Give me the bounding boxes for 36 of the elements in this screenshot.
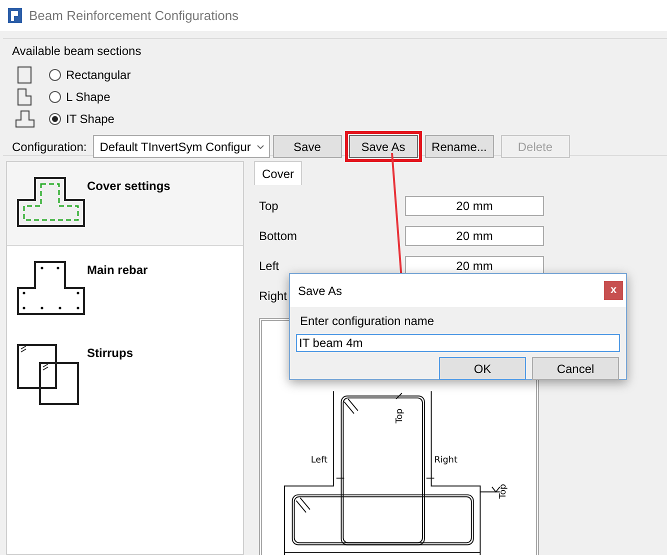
category-item[interactable]: Main rebar xyxy=(7,246,243,329)
prompt-label: Enter configuration name xyxy=(300,313,436,330)
dimension-label: Left xyxy=(310,456,328,466)
dialog-button[interactable]: Cancel xyxy=(532,357,619,380)
option-label: L Shape xyxy=(66,89,110,106)
radio-button[interactable] xyxy=(49,69,61,81)
group-label: Available beam sections xyxy=(12,43,142,60)
config-button[interactable]: Save As xyxy=(348,135,418,158)
configuration-label: Configuration: xyxy=(12,138,87,156)
dialog-title: Save As xyxy=(298,282,342,300)
field-label: Left xyxy=(259,259,280,273)
radio-button[interactable] xyxy=(49,113,61,125)
tab[interactable]: Cover xyxy=(254,161,302,185)
dimension-label: Top xyxy=(498,484,509,499)
cover-input[interactable]: 20 mm xyxy=(405,226,544,246)
config-button[interactable]: Rename... xyxy=(424,135,494,158)
dimension-label: Top xyxy=(394,408,405,424)
configuration-dropdown[interactable]: Default TInvertSym Configur xyxy=(92,135,270,158)
category-item[interactable]: Cover settings xyxy=(7,162,243,246)
name-input[interactable]: IT beam 4m xyxy=(296,334,620,352)
t-shape-icon xyxy=(15,110,35,128)
dimension-label: Right xyxy=(434,456,458,466)
option-label: IT Shape xyxy=(66,111,114,128)
config-button[interactable]: Save xyxy=(272,135,342,158)
field-label: Right xyxy=(259,289,288,303)
app-icon xyxy=(8,8,22,23)
field-label: Top xyxy=(259,199,278,213)
cover-input[interactable]: 20 mm xyxy=(405,196,544,216)
field-label: Bottom xyxy=(259,229,298,243)
radio-button[interactable] xyxy=(49,91,61,103)
category-item[interactable]: Stirrups xyxy=(7,329,243,412)
option-label: Rectangular xyxy=(66,67,131,84)
window-title: Beam Reinforcement Configurations xyxy=(29,6,239,25)
chevron-down-icon xyxy=(256,144,264,148)
dialog-button[interactable]: OK xyxy=(439,357,526,380)
close-button[interactable]: x xyxy=(604,281,623,300)
